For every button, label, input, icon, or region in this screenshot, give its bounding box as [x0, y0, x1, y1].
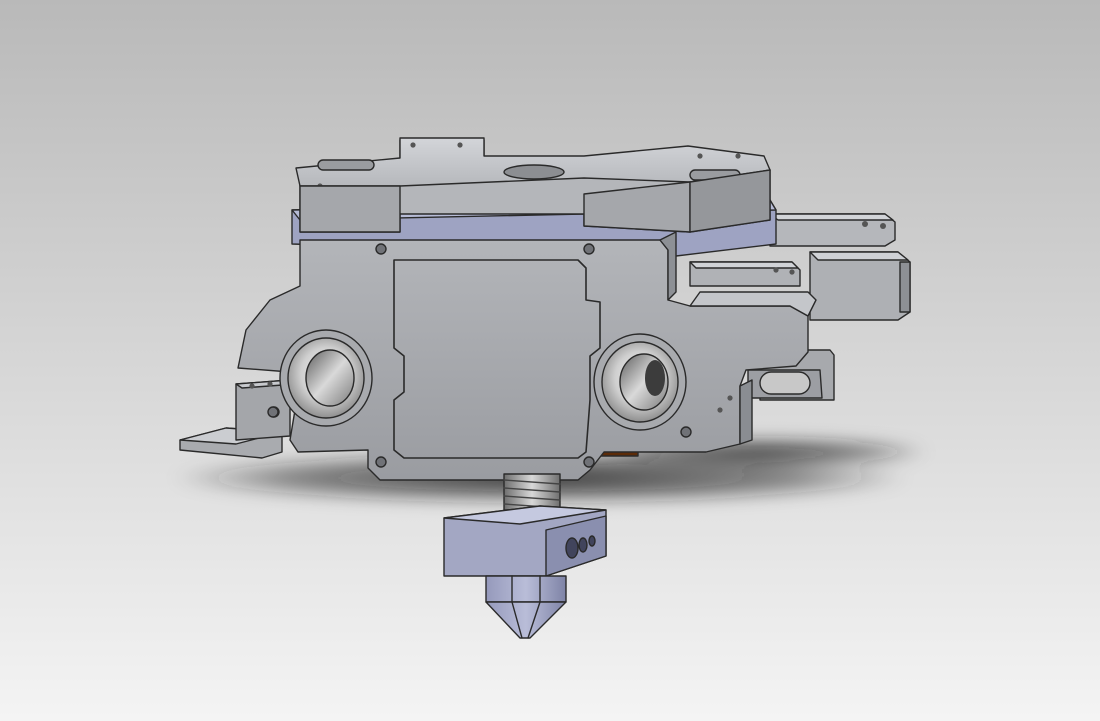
heat-break-thread [503, 473, 561, 511]
left-bearing [279, 329, 373, 427]
extruder-render [0, 0, 1100, 721]
right-bearing [593, 333, 687, 431]
cad-viewport[interactable] [0, 0, 1100, 721]
